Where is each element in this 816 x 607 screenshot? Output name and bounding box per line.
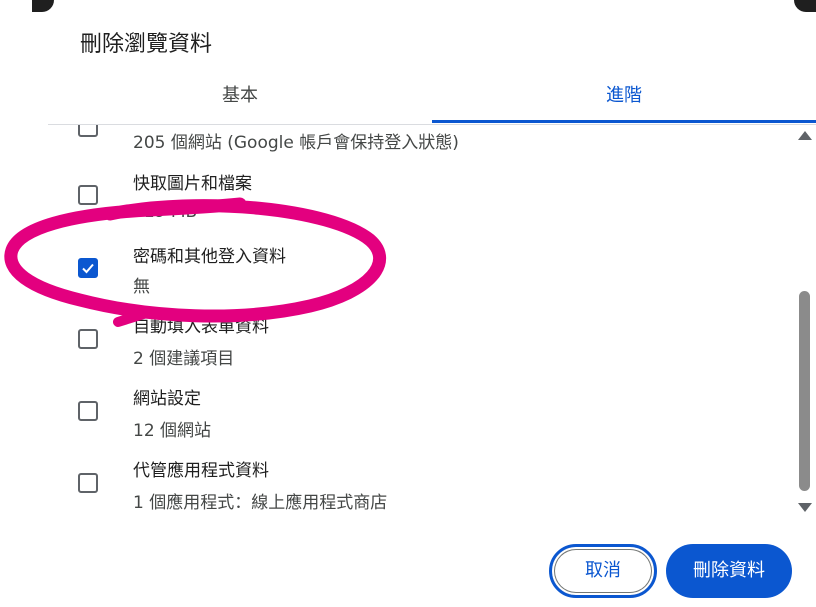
list-item-site-settings: 網站設定 12 個網站	[0, 381, 790, 453]
hosted-app-data-checkbox[interactable]	[78, 473, 98, 493]
tab-basic[interactable]: 基本	[48, 76, 432, 122]
cookies-checkbox[interactable]	[78, 125, 98, 137]
scroll-up-arrow-icon[interactable]	[798, 131, 812, 140]
clear-browsing-data-dialog: 刪除瀏覽資料 基本 進階 205 個網站 (Google 帳戶會保持登入狀態) …	[0, 0, 816, 607]
autofill-title: 自動填入表單資料	[133, 317, 269, 337]
dialog-title: 刪除瀏覽資料	[80, 32, 213, 57]
scroll-down-arrow-icon[interactable]	[798, 503, 812, 512]
list-item-cookies: 205 個網站 (Google 帳戶會保持登入狀態)	[0, 125, 790, 165]
site-settings-checkbox[interactable]	[78, 401, 98, 421]
data-type-list: 205 個網站 (Google 帳戶會保持登入狀態) 快取圖片和檔案 319 M…	[0, 125, 790, 520]
tab-selected-indicator	[432, 120, 816, 123]
cancel-button[interactable]: 取消	[549, 544, 657, 598]
hosted-app-data-title: 代管應用程式資料	[133, 461, 269, 481]
autofill-subtitle: 2 個建議項目	[133, 349, 235, 369]
site-settings-subtitle: 12 個網站	[133, 421, 212, 441]
cache-title: 快取圖片和檔案	[133, 174, 252, 194]
passwords-checkbox[interactable]	[78, 258, 98, 278]
list-item-passwords: 密碼和其他登入資料 無	[0, 237, 790, 309]
cookies-subtitle: 205 個網站 (Google 帳戶會保持登入狀態)	[133, 133, 459, 153]
site-settings-title: 網站設定	[133, 389, 201, 409]
cache-subtitle: 319 MB	[133, 202, 198, 222]
window-corner-left	[32, 0, 54, 12]
scroll-thumb[interactable]	[799, 291, 810, 491]
tab-advanced[interactable]: 進階	[432, 76, 816, 122]
delete-data-button[interactable]: 刪除資料	[666, 544, 792, 598]
passwords-title: 密碼和其他登入資料	[133, 247, 286, 267]
checkmark-icon	[82, 263, 94, 274]
autofill-checkbox[interactable]	[78, 329, 98, 349]
hosted-app-data-subtitle: 1 個應用程式：線上應用程式商店	[133, 493, 388, 513]
list-item-cache: 快取圖片和檔案 319 MB	[0, 165, 790, 237]
list-scrollbar[interactable]	[794, 125, 816, 520]
list-item-hosted-app-data: 代管應用程式資料 1 個應用程式：線上應用程式商店	[0, 453, 790, 520]
tab-bar: 基本 進階	[48, 76, 816, 125]
cache-checkbox[interactable]	[78, 185, 98, 205]
window-corner-right	[794, 0, 816, 12]
list-item-autofill: 自動填入表單資料 2 個建議項目	[0, 309, 790, 381]
passwords-subtitle: 無	[133, 277, 150, 297]
